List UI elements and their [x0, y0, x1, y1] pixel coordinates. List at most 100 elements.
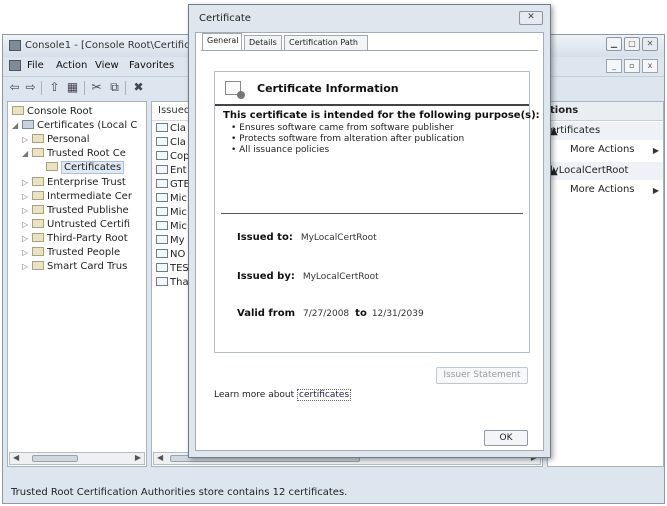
doc-minimize-button[interactable]: _ [606, 59, 622, 73]
certificate-icon [156, 179, 168, 188]
doc-close-button[interactable]: x [642, 59, 658, 73]
list-item[interactable]: Cop [156, 151, 189, 162]
tree-item-trusted-people[interactable]: ▷ Trusted People [22, 247, 120, 258]
expand-toggle-icon[interactable]: ▷ [22, 135, 32, 144]
learn-more-prefix: Learn more about [214, 390, 295, 400]
list-item[interactable]: Mic [156, 207, 187, 218]
list-item[interactable]: Cla [156, 123, 186, 134]
tree-item-label: Certificates [61, 161, 125, 174]
list-item[interactable]: My [156, 235, 185, 246]
column-header-issued-to[interactable]: Issued [158, 105, 190, 116]
expand-toggle-icon[interactable]: ▷ [22, 206, 32, 215]
up-level-icon[interactable]: ⇧ [47, 80, 62, 95]
list-item[interactable]: NO [156, 249, 185, 260]
tree-item-certificates-local[interactable]: ◢ Certificates (Local C [12, 120, 137, 131]
console-tree: Console Root ◢ Certificates (Local C ▷ Per… [7, 101, 147, 467]
submenu-arrow-icon[interactable]: ▶ [653, 146, 659, 155]
list-item[interactable]: Ent [156, 165, 187, 176]
more-actions-link[interactable]: More Actions [570, 144, 635, 155]
back-arrow-icon[interactable]: ⇦ [7, 80, 22, 95]
expand-toggle-icon[interactable]: ▷ [22, 220, 32, 229]
expand-toggle-icon[interactable]: ▷ [22, 192, 32, 201]
list-item[interactable]: GTE [156, 179, 190, 190]
scroll-left-arrow-icon[interactable]: ◀ [13, 453, 19, 462]
tree-item-label: Personal [47, 134, 90, 145]
list-item[interactable]: Tha [156, 277, 189, 288]
certificate-info-panel: Certificate Information This certificate… [214, 71, 540, 353]
minimize-button[interactable]: ▁ [606, 37, 622, 51]
actions-section-cert[interactable]: lyLocalCertRoot ▲ [548, 162, 663, 180]
cut-icon[interactable]: ✂ [89, 80, 104, 95]
issued-by-label: Issued by: [237, 271, 295, 282]
actions-section-certificates[interactable]: ertificates ▲ [548, 122, 663, 140]
expand-toggle-icon[interactable]: ▷ [22, 234, 32, 243]
collapse-arrow-icon[interactable]: ▲ [550, 126, 659, 137]
list-item[interactable]: TES [156, 263, 189, 274]
tree-item-trusted-publishers[interactable]: ▷ Trusted Publishe [22, 205, 129, 216]
doc-restore-button[interactable]: ▫ [624, 59, 640, 73]
expand-toggle-icon[interactable]: ▷ [22, 248, 32, 257]
certificate-icon [156, 165, 168, 174]
list-item-label: Mic [170, 221, 187, 232]
maximize-button[interactable]: □ [624, 37, 640, 51]
list-item[interactable]: Cla [156, 137, 186, 148]
tab-certification-path[interactable]: Certification Path [284, 35, 368, 50]
tree-horizontal-scrollbar[interactable]: ◀ ▶ [9, 452, 145, 465]
mmc-app-icon [9, 40, 21, 51]
tree-item-smart-card[interactable]: ▷ Smart Card Trus [22, 261, 127, 272]
issued-to-label: Issued to: [237, 232, 293, 243]
list-item[interactable]: Mic [156, 193, 187, 204]
tab-details[interactable]: Details [244, 35, 282, 50]
tree-item-label: Enterprise Trust [47, 177, 126, 188]
issued-to-value: MyLocalCertRoot [300, 233, 377, 243]
collapse-arrow-icon[interactable]: ▲ [550, 166, 659, 177]
expand-toggle-icon[interactable]: ◢ [12, 121, 22, 130]
menu-favorites[interactable]: Favorites [129, 60, 174, 71]
scroll-right-arrow-icon[interactable]: ▶ [135, 453, 141, 462]
window-controls: ▁ □ ✕ [606, 37, 658, 51]
issuer-statement-button[interactable]: Issuer Statement [436, 367, 528, 384]
actions-pane: tions ertificates ▲ More Actions ▶ lyLoc… [547, 101, 664, 467]
menu-file[interactable]: File [27, 60, 44, 71]
tree-item-intermediate[interactable]: ▷ Intermediate Cer [22, 191, 132, 202]
expand-toggle-icon[interactable]: ◢ [22, 149, 32, 158]
console-icon [9, 60, 21, 71]
tree-item-untrusted[interactable]: ▷ Untrusted Certifi [22, 219, 130, 230]
certificate-icon [156, 249, 168, 258]
mmc-title: Console1 - [Console Root\Certific [25, 40, 190, 51]
folder-icon [32, 148, 44, 157]
tree-item-certificates-selected[interactable]: Certificates [46, 161, 125, 174]
delete-icon[interactable]: ✖ [131, 80, 146, 95]
close-button[interactable]: ✕ [642, 37, 658, 51]
tree-item-third-party-root[interactable]: ▷ Third-Party Root [22, 233, 128, 244]
copy-icon[interactable]: ⧉ [107, 80, 122, 95]
certificate-icon [156, 123, 168, 132]
document-window-controls: _ ▫ x [606, 59, 658, 73]
show-hide-tree-icon[interactable]: ▦ [65, 80, 80, 95]
dialog-body: General Details Certification Path Certi… [195, 32, 544, 451]
tree-item-trusted-root[interactable]: ◢ Trusted Root Ce [22, 148, 126, 159]
scroll-left-arrow-icon[interactable]: ◀ [157, 453, 163, 462]
tree-item-label: Trusted People [47, 247, 121, 258]
purpose-title: This certificate is intended for the fol… [223, 110, 540, 121]
list-item[interactable]: Mic [156, 221, 187, 232]
tab-general[interactable]: General [202, 33, 242, 50]
dialog-close-button[interactable]: ✕ [519, 11, 543, 25]
forward-arrow-icon[interactable]: ⇨ [23, 80, 38, 95]
certificates-link[interactable]: certificates [297, 389, 352, 401]
submenu-arrow-icon[interactable]: ▶ [653, 186, 659, 195]
certificate-icon [156, 221, 168, 230]
expand-toggle-icon[interactable]: ▷ [22, 178, 32, 187]
more-actions-link[interactable]: More Actions [570, 184, 635, 195]
tree-item-personal[interactable]: ▷ Personal [22, 134, 90, 145]
menu-action[interactable]: Action [56, 60, 87, 71]
tree-item-enterprise-trust[interactable]: ▷ Enterprise Trust [22, 177, 126, 188]
purpose-item: • Ensures software came from software pu… [231, 123, 454, 133]
ok-button[interactable]: OK [484, 430, 528, 446]
expand-toggle-icon[interactable]: ▷ [22, 262, 32, 271]
folder-icon [32, 219, 44, 228]
menu-view[interactable]: View [95, 60, 119, 71]
list-item-label: Mic [170, 207, 187, 218]
tree-item-console-root[interactable]: Console Root [12, 106, 93, 117]
scroll-thumb[interactable] [32, 455, 78, 462]
